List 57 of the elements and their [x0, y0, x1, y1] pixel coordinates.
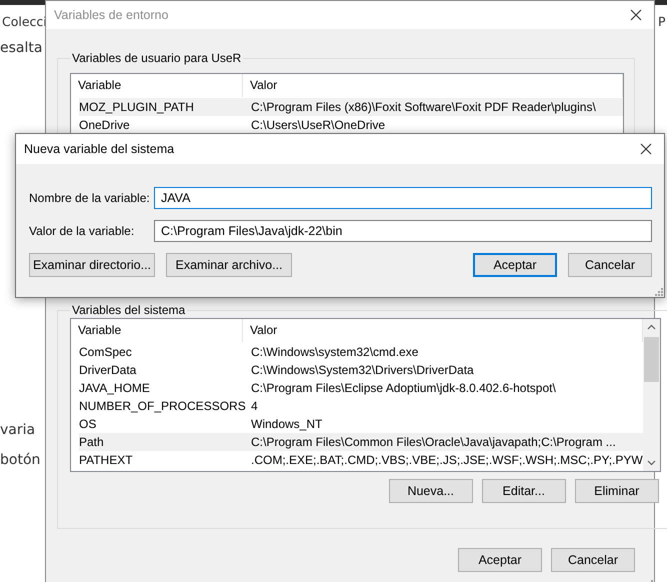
resize-grip-icon[interactable] — [654, 287, 663, 296]
dialog-button[interactable]: Cancelar — [568, 253, 652, 277]
column-header[interactable]: Variable — [71, 74, 243, 97]
dialog-button[interactable]: Aceptar — [458, 548, 542, 572]
page-text: P — [658, 14, 666, 29]
page-text: varia — [0, 422, 36, 438]
variable-value-cell: .COM;.EXE;.BAT;.CMD;.VBS;.VBE;.JS;.JSE;.WSF;.WSH;.MSC;.PY;.PYW — [251, 453, 643, 467]
variable-name-cell-text: ComSpec — [79, 345, 133, 359]
variable-name-cell-text: NUMBER_OF_PROCESSORS — [79, 399, 247, 413]
input-field[interactable]: JAVA — [154, 187, 652, 209]
variable-value-cell-text: C:\Program Files\Eclipse Adoptium\jdk-8.0.402.6-hotspot\ — [251, 381, 557, 395]
table-row[interactable]: OneDrive C:\Users\UseR\OneDrive — [79, 116, 623, 134]
group-label: Variables del sistema — [71, 303, 186, 317]
variable-name-cell-text: OneDrive — [79, 118, 131, 132]
variable-value-cell-text: C:\Windows\system32\cmd.exe — [251, 345, 420, 359]
variable-value-cell-text: C:\Program Files (x86)\Foxit Software\Foxit PDF Reader\plugins\ — [251, 100, 597, 114]
table-row[interactable]: DriverData C:\Windows\System32\Drivers\DriverData — [79, 361, 643, 379]
dialog-button[interactable]: Aceptar — [473, 253, 557, 277]
page-text: botón — [0, 452, 40, 468]
variable-value-cell-text: 4 — [251, 399, 259, 413]
close-icon[interactable] — [640, 143, 652, 155]
dialog-title: Nueva variable del sistema — [24, 142, 174, 156]
table-row[interactable]: NUMBER_OF_PROCESSORS 4 — [79, 397, 643, 415]
variable-value-cell-text: Windows_NT — [251, 417, 324, 431]
window-title: Variables de entorno — [54, 8, 168, 22]
scroll-up-icon[interactable] — [646, 324, 656, 330]
input-field[interactable]: C:\Program Files\Java\jdk-22\bin — [154, 220, 652, 242]
variable-name-cell-text: MOZ_PLUGIN_PATH — [79, 100, 195, 114]
table-row[interactable]: OS Windows_NT — [79, 415, 643, 433]
dialog-button[interactable]: Examinar archivo... — [166, 253, 292, 277]
variable-value-cell-text: C:\Windows\System32\Drivers\DriverData — [251, 363, 475, 377]
table-row[interactable]: ComSpec C:\Windows\system32\cmd.exe — [79, 343, 643, 361]
table-row[interactable]: MOZ_PLUGIN_PATH C:\Program Files (x86)\Foxit Software\Foxit PDF Reader\plugins\ — [79, 98, 623, 116]
page-text: esalta — [0, 40, 42, 56]
column-header[interactable]: Valor — [243, 74, 623, 97]
variable-action-button[interactable]: Editar... — [482, 479, 566, 503]
variable-name-cell-text: OS — [79, 417, 98, 431]
field-label: Nombre de la variable: — [29, 191, 151, 205]
group-label: Variables de usuario para UseR — [71, 51, 242, 65]
variable-name-cell-text: DriverData — [79, 363, 138, 377]
scroll-down-icon[interactable] — [646, 460, 656, 466]
table-row[interactable]: JAVA_HOME C:\Program Files\Eclipse Adoptium\jdk-8.0.402.6-hotspot\ — [79, 379, 643, 397]
variable-action-button[interactable]: Nueva... — [388, 479, 473, 503]
variable-value-cell-text: C:\Users\UseR\OneDrive — [251, 118, 386, 132]
variable-name-cell-text: JAVA_HOME — [79, 381, 151, 395]
close-icon[interactable] — [630, 9, 642, 21]
column-header[interactable]: Variable — [71, 319, 243, 342]
dialog-button[interactable]: Examinar directorio... — [29, 253, 155, 277]
dialog-button[interactable]: Cancelar — [551, 548, 635, 572]
scrollbar[interactable] — [642, 319, 660, 471]
variable-value-cell-text: C:\Program Files\Common Files\Oracle\Java\javapath;C:\Program ... — [251, 435, 617, 449]
variable-name-cell-text: Path — [79, 435, 105, 449]
field-label: Valor de la variable: — [29, 224, 136, 238]
table-row[interactable]: Path C:\Program Files\Common Files\Oracle\Java\javapath;C:\Program ... — [79, 433, 643, 451]
variable-name-cell-text: PATHEXT — [79, 453, 134, 467]
table-row[interactable]: PATHEXT .COM;.EXE;.BAT;.CMD;.VBS;.VBE;.JS;.JSE;.WSF;.WSH;.MSC;.PY;.PYW — [79, 451, 643, 469]
variable-action-button[interactable]: Eliminar — [574, 479, 659, 503]
